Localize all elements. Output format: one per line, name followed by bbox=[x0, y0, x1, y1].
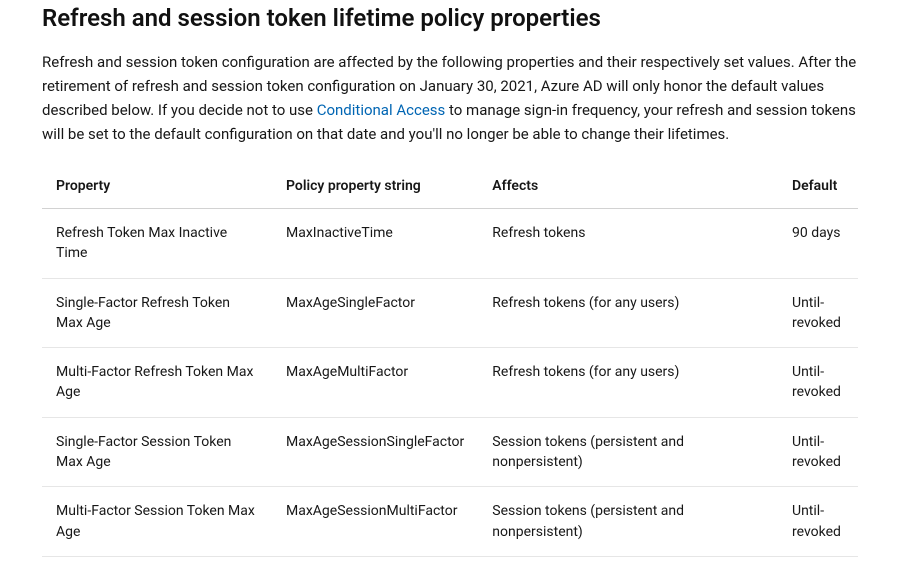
cell-property: Single-Factor Session Token Max Age bbox=[42, 417, 272, 487]
cell-property: Refresh Token Max Inactive Time bbox=[42, 209, 272, 279]
table-row: Single-Factor Session Token Max Age MaxA… bbox=[42, 417, 858, 487]
cell-property: Multi-Factor Session Token Max Age bbox=[42, 487, 272, 557]
cell-default: Until-revoked bbox=[778, 278, 858, 348]
table-header-row: Property Policy property string Affects … bbox=[42, 166, 858, 209]
table-row: Single-Factor Refresh Token Max Age MaxA… bbox=[42, 278, 858, 348]
cell-policy: MaxInactiveTime bbox=[272, 209, 478, 279]
cell-affects: Session tokens (persistent and nonpersis… bbox=[478, 417, 778, 487]
cell-policy: MaxAgeSingleFactor bbox=[272, 278, 478, 348]
cell-affects: Session tokens (persistent and nonpersis… bbox=[478, 487, 778, 557]
cell-property: Multi-Factor Refresh Token Max Age bbox=[42, 348, 272, 418]
cell-affects: Refresh tokens (for any users) bbox=[478, 348, 778, 418]
cell-policy: MaxAgeMultiFactor bbox=[272, 348, 478, 418]
cell-property: Single-Factor Refresh Token Max Age bbox=[42, 278, 272, 348]
col-header-default: Default bbox=[778, 166, 858, 209]
cell-default: Until-revoked bbox=[778, 487, 858, 557]
conditional-access-link[interactable]: Conditional Access bbox=[317, 101, 446, 119]
table-row: Multi-Factor Refresh Token Max Age MaxAg… bbox=[42, 348, 858, 418]
col-header-affects: Affects bbox=[478, 166, 778, 209]
policy-properties-table: Property Policy property string Affects … bbox=[42, 166, 858, 557]
cell-affects: Refresh tokens bbox=[478, 209, 778, 279]
cell-policy: MaxAgeSessionMultiFactor bbox=[272, 487, 478, 557]
cell-default: Until-revoked bbox=[778, 417, 858, 487]
col-header-policy: Policy property string bbox=[272, 166, 478, 209]
cell-policy: MaxAgeSessionSingleFactor bbox=[272, 417, 478, 487]
intro-paragraph: Refresh and session token configuration … bbox=[42, 50, 858, 146]
table-row: Refresh Token Max Inactive Time MaxInact… bbox=[42, 209, 858, 279]
cell-default: Until-revoked bbox=[778, 348, 858, 418]
cell-affects: Refresh tokens (for any users) bbox=[478, 278, 778, 348]
table-row: Multi-Factor Session Token Max Age MaxAg… bbox=[42, 487, 858, 557]
doc-body: Refresh and session token lifetime polic… bbox=[0, 4, 900, 577]
col-header-property: Property bbox=[42, 166, 272, 209]
section-heading: Refresh and session token lifetime polic… bbox=[42, 4, 858, 32]
cell-default: 90 days bbox=[778, 209, 858, 279]
